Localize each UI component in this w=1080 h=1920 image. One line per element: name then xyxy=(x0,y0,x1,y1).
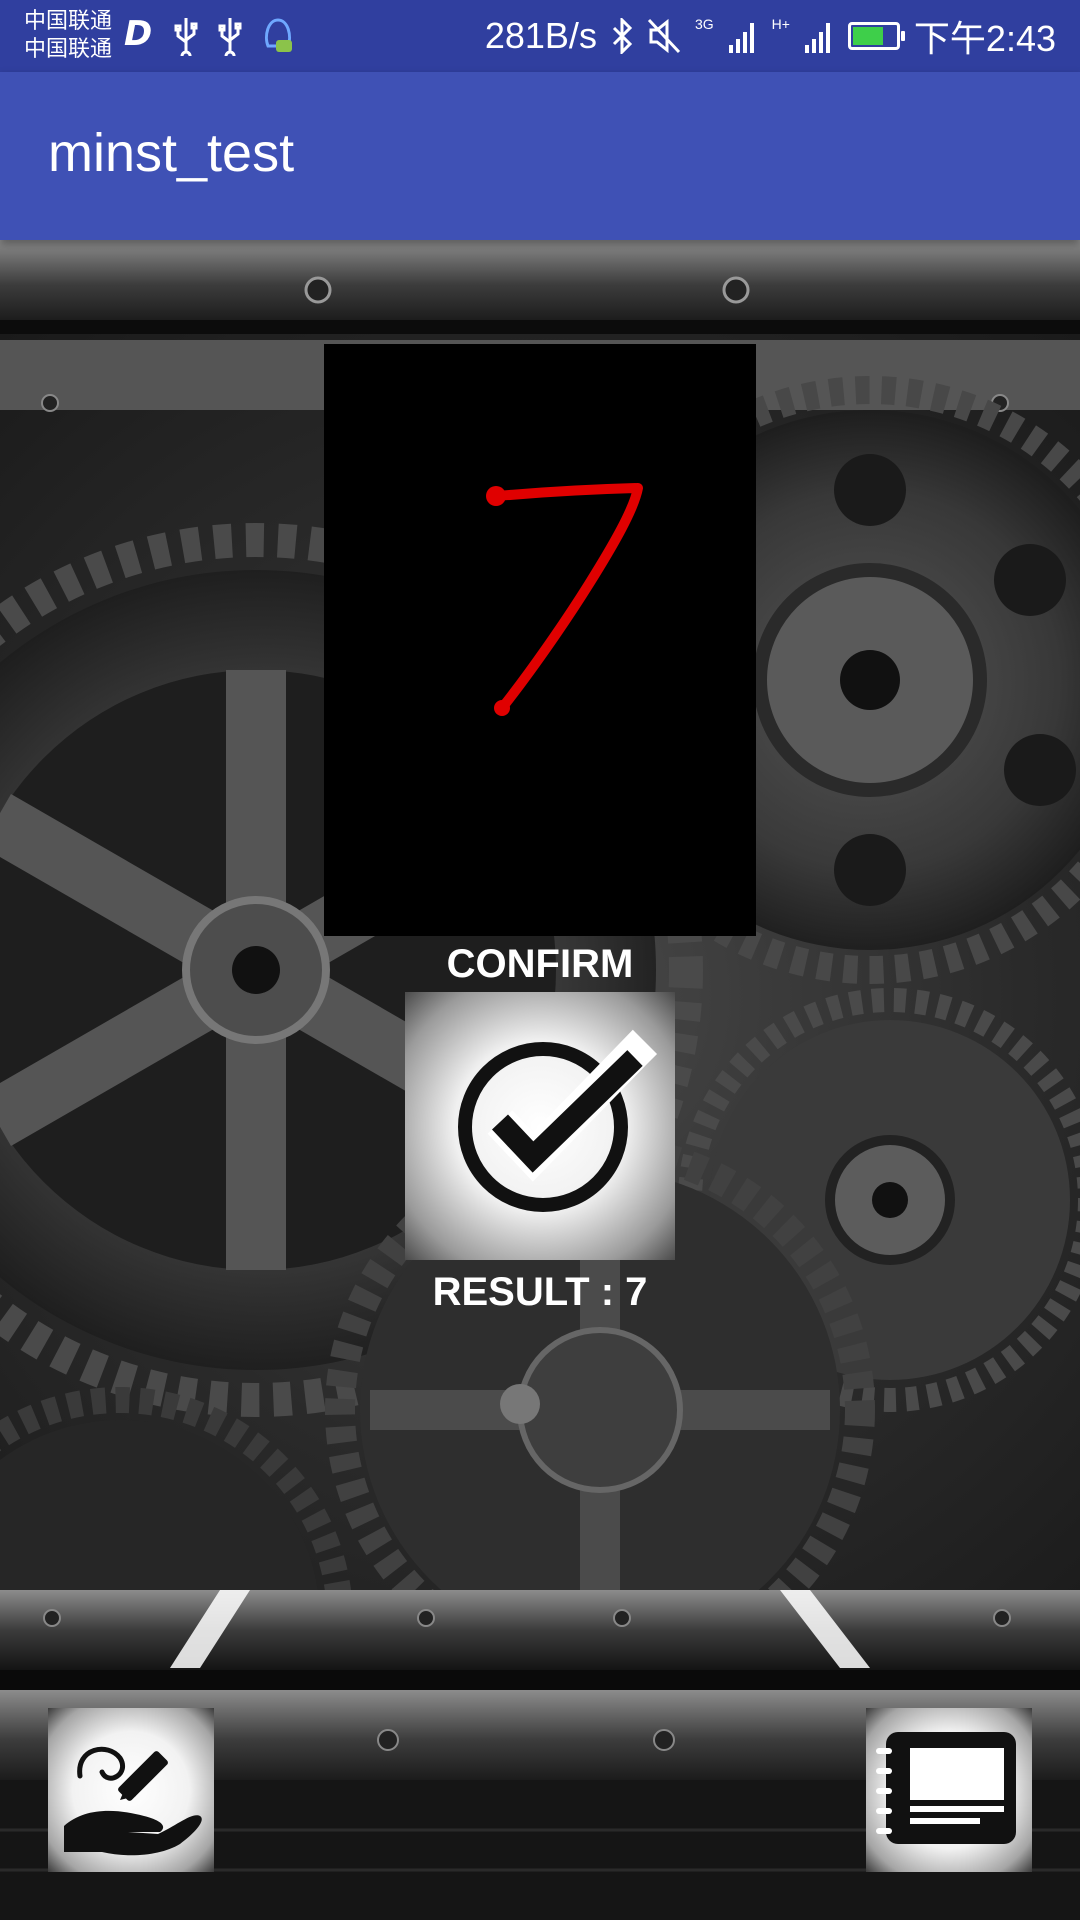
qq-icon xyxy=(260,16,296,56)
status-right-group: 281B/s 3G H+ 下午2:43 xyxy=(485,10,1056,62)
notebook-icon xyxy=(876,1732,1016,1844)
usb-icon xyxy=(172,16,200,62)
battery-icon xyxy=(847,22,905,50)
handwritten-digit-stroke xyxy=(486,483,643,716)
signal-h-label: H+ xyxy=(771,16,790,32)
draw-hand-icon xyxy=(64,1746,202,1856)
drawing-canvas[interactable] xyxy=(324,344,756,936)
status-bar: 中国联通 中国联通 D 281B/s 3G H+ 下午2:43 xyxy=(0,0,1080,72)
signal-icon xyxy=(728,23,754,53)
carrier-line-1: 中国联通 xyxy=(24,9,113,34)
carrier-line-2: 中国联通 xyxy=(24,37,113,62)
signal-icon xyxy=(804,23,830,53)
carrier-info: 中国联通 中国联通 xyxy=(24,8,112,64)
d-app-icon: D xyxy=(124,14,153,54)
draw-mode-button[interactable] xyxy=(48,1708,214,1872)
checkmark-circle-icon xyxy=(458,1029,658,1212)
usb-icon xyxy=(216,16,244,62)
signal-3g-label: 3G xyxy=(694,16,714,32)
confirm-button[interactable] xyxy=(405,992,675,1260)
battery-level-fill xyxy=(852,27,883,45)
net-speed: 281B/s xyxy=(484,15,597,56)
mute-icon xyxy=(647,18,681,54)
confirm-label: CONFIRM xyxy=(446,942,634,986)
clock: 下午2:43 xyxy=(913,18,1056,59)
result-text: RESULT : 7 xyxy=(432,1270,648,1314)
main-content: CONFIRM RESULT : 7 xyxy=(0,240,1080,1920)
app-bar: minst_test xyxy=(0,72,1080,240)
bluetooth-icon xyxy=(612,18,633,54)
app-title: minst_test xyxy=(48,123,295,183)
notebook-button[interactable] xyxy=(866,1708,1032,1872)
